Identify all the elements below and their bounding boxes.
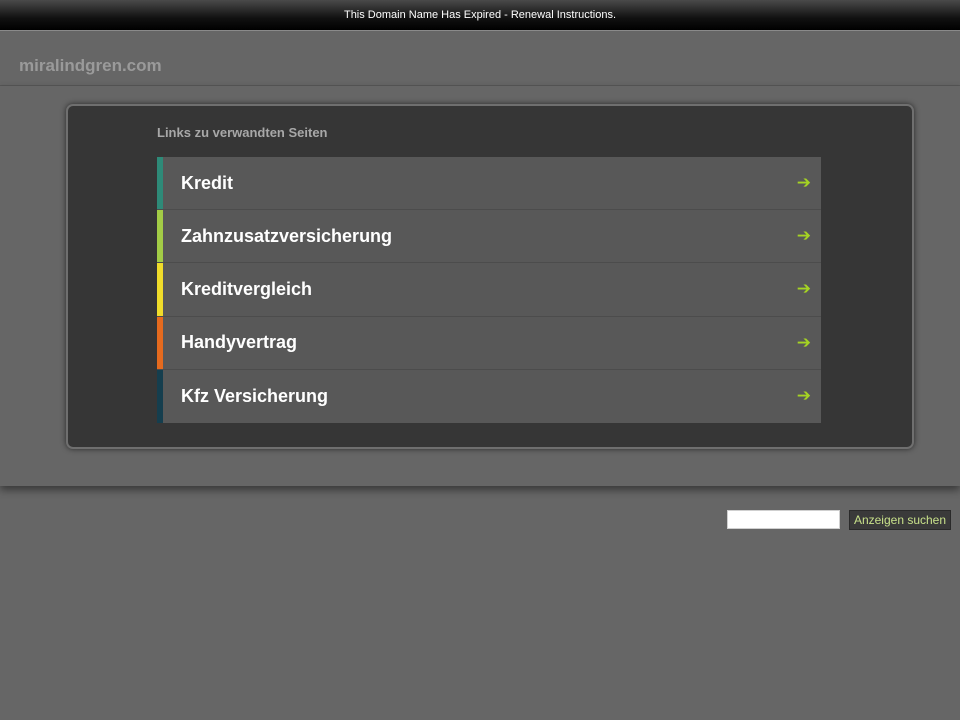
domain-expired-notice-link[interactable]: This Domain Name Has Expired - Renewal I…	[344, 9, 616, 21]
link-accent-bar	[157, 263, 163, 316]
link-item-kreditvergleich[interactable]: Kreditvergleich ➔	[157, 263, 821, 317]
search-button[interactable]: Anzeigen suchen	[849, 510, 951, 530]
link-label: Kreditvergleich	[181, 278, 313, 299]
domain-name: miralindgren.com	[19, 56, 162, 75]
link-accent-bar	[157, 210, 163, 263]
arrow-right-icon: ➔	[796, 226, 811, 246]
site-header: miralindgren.com	[0, 31, 960, 86]
link-accent-bar	[157, 369, 163, 423]
link-accent-bar	[157, 316, 163, 369]
link-item-handyvertrag[interactable]: Handyvertrag ➔	[157, 316, 821, 370]
link-label: Kfz Versicherung	[181, 385, 329, 406]
link-item-zahnzusatzversicherung[interactable]: Zahnzusatzversicherung ➔	[157, 210, 821, 264]
link-label: Handyvertrag	[181, 332, 298, 353]
arrow-right-icon: ➔	[796, 332, 811, 352]
link-item-kredit[interactable]: Kredit ➔	[157, 157, 821, 211]
related-links-title: Links zu verwandten Seiten	[157, 125, 328, 140]
link-accent-bar	[157, 157, 163, 210]
search-input[interactable]	[727, 510, 840, 529]
top-notice-bar: This Domain Name Has Expired - Renewal I…	[0, 0, 960, 31]
link-item-kfz-versicherung[interactable]: Kfz Versicherung ➔	[157, 369, 821, 423]
arrow-right-icon: ➔	[796, 386, 811, 406]
arrow-right-icon: ➔	[796, 173, 811, 193]
arrow-right-icon: ➔	[796, 279, 811, 299]
link-label: Zahnzusatzversicherung	[181, 225, 393, 246]
link-label: Kredit	[181, 172, 234, 193]
related-links-list: Kredit ➔ Zahnzusatzversicherung ➔ Kredit…	[157, 157, 821, 423]
